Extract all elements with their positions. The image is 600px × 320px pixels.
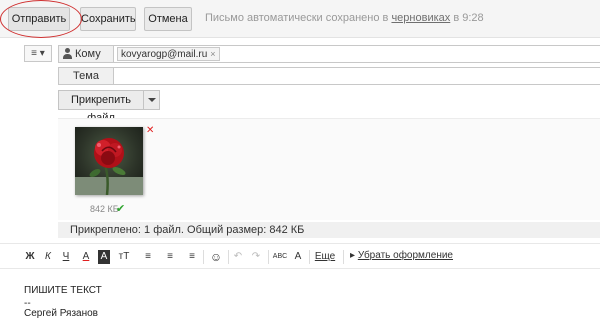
to-label: Кому xyxy=(75,48,101,60)
recipient-chip[interactable]: kovyarogp@mail.ru × xyxy=(117,47,220,61)
autosave-status: Письмо автоматически сохранено в чернови… xyxy=(205,12,484,24)
autosave-prefix: Письмо автоматически сохранено в xyxy=(205,12,389,24)
remove-formatting-label: Убрать оформление xyxy=(357,250,453,261)
message-body[interactable]: ПИШИТЕ ТЕКСТ xyxy=(24,285,102,296)
remove-formatting-button[interactable]: ▸ Убрать оформление xyxy=(350,250,453,261)
subject-label: Тема xyxy=(58,67,114,85)
attach-file-button[interactable]: Прикрепить файл xyxy=(58,90,144,124)
autosave-time: в 9:28 xyxy=(453,12,484,24)
indent-button[interactable]: ≡ xyxy=(162,250,178,264)
more-button[interactable]: Еще xyxy=(314,250,336,264)
background-color-button[interactable]: А xyxy=(98,250,110,264)
toolbar-divider xyxy=(268,250,269,264)
subject-input[interactable] xyxy=(114,67,600,85)
recipient-email: kovyarogp@mail.ru xyxy=(121,49,208,60)
signature-name: Сергей Рязанов xyxy=(24,308,98,319)
toolbar: Отправить Сохранить Отмена Письмо автома… xyxy=(0,0,600,38)
list-button[interactable]: ≡ xyxy=(184,250,200,264)
toolbar-divider xyxy=(343,250,344,264)
italic-button[interactable]: К xyxy=(42,250,54,264)
bold-button[interactable]: Ж xyxy=(24,250,36,264)
to-field[interactable]: kovyarogp@mail.ru × xyxy=(114,45,600,63)
spellcheck-icon[interactable]: ABC xyxy=(272,250,288,264)
check-icon: ✔ xyxy=(116,203,126,215)
align-button[interactable]: ≡ xyxy=(140,250,156,264)
rose-image xyxy=(75,127,143,195)
underline-button[interactable]: Ч xyxy=(60,250,72,264)
remove-attachment-icon[interactable]: ✕ xyxy=(146,126,154,136)
remove-recipient-icon[interactable]: × xyxy=(210,49,215,59)
emoji-icon[interactable]: ☺ xyxy=(208,250,224,264)
translit-icon[interactable]: A xyxy=(292,250,304,264)
attach-dropdown-button[interactable] xyxy=(143,90,160,110)
toolbar-divider xyxy=(309,250,310,264)
to-label-button[interactable]: Кому xyxy=(58,45,114,63)
attachments-area: ✕ 842 КБ ✔ xyxy=(58,118,600,220)
attachment-size: 842 КБ xyxy=(90,204,119,214)
redo-icon[interactable]: ↷ xyxy=(250,250,262,264)
format-toolbar: Ж К Ч А А тТ ≡ ≡ ≡ ☺ ↶ ↷ ABC A Еще ▸ Убр… xyxy=(0,243,600,269)
attachment-thumbnail[interactable] xyxy=(75,127,143,195)
toolbar-divider xyxy=(203,250,204,264)
font-color-button[interactable]: А xyxy=(80,250,92,264)
chevron-down-icon xyxy=(148,98,156,102)
toolbar-divider xyxy=(228,250,229,264)
undo-icon[interactable]: ↶ xyxy=(232,250,244,264)
person-icon xyxy=(63,47,72,59)
attachments-summary: Прикреплено: 1 файл. Общий размер: 842 К… xyxy=(58,222,600,238)
drafts-link[interactable]: черновиках xyxy=(391,12,450,24)
font-size-button[interactable]: тТ xyxy=(116,250,132,264)
cancel-button[interactable]: Отмена xyxy=(144,7,192,31)
send-button[interactable]: Отправить xyxy=(8,7,70,31)
fields-menu-button[interactable]: ≡ ▾ xyxy=(24,45,52,62)
save-button[interactable]: Сохранить xyxy=(80,7,136,31)
